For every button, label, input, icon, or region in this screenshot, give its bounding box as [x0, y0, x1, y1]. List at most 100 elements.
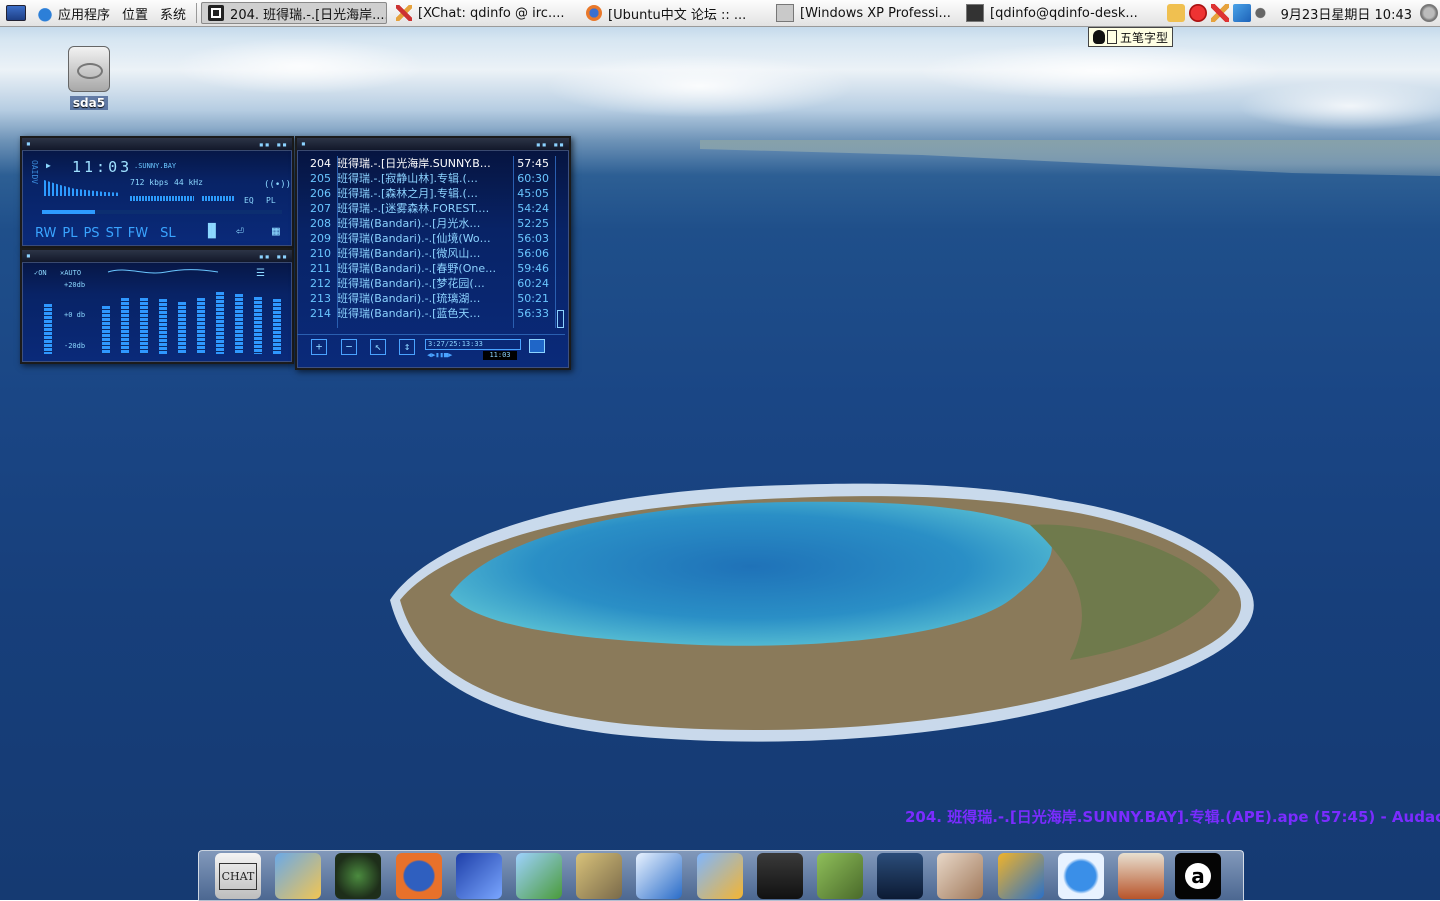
video-player-icon[interactable]: [1058, 853, 1104, 899]
eq-on-toggle[interactable]: ✓ON: [34, 269, 47, 277]
seek-bar[interactable]: [42, 210, 282, 214]
window-controls[interactable]: ▪▪ ▪▪: [259, 252, 288, 261]
eq-band-slider[interactable]: [178, 302, 186, 354]
eq-band-slider[interactable]: [159, 299, 167, 354]
eq-band-slider[interactable]: [235, 294, 243, 354]
radar-icon[interactable]: [335, 853, 381, 899]
taskbar-item-vmware[interactable]: [Windows XP Professi...: [769, 2, 957, 24]
playlist-toggle-button[interactable]: PL: [266, 196, 276, 205]
bitrate-value: 712: [130, 178, 145, 187]
eq-presets-icon[interactable]: ☰: [256, 268, 265, 279]
task-label: [XChat: qdinfo @ irc....: [418, 5, 565, 21]
playlist-titlebar[interactable]: ▪ ▪▪ ▪▪: [297, 138, 569, 151]
pause-button[interactable]: PS: [82, 226, 100, 241]
eagle-icon[interactable]: [456, 853, 502, 899]
grid-icon[interactable]: ▦: [272, 224, 280, 239]
eq-on-label: ON: [38, 269, 47, 277]
forward-button[interactable]: FW: [127, 226, 149, 241]
menu-places-label: 位置: [122, 7, 149, 23]
clock[interactable]: 9月23日星期日 10:43: [1275, 4, 1418, 23]
balance-slider[interactable]: [202, 196, 234, 201]
shuffle-icon[interactable]: ▐▌: [204, 224, 220, 239]
eq-band-slider[interactable]: [102, 306, 110, 354]
audacious-icon[interactable]: a: [1175, 853, 1221, 899]
eq-band-slider[interactable]: [140, 298, 148, 354]
window-controls[interactable]: ▪▪ ▪▪: [536, 140, 565, 149]
terminal-icon[interactable]: [757, 853, 803, 899]
main-menu-system[interactable]: 系统: [154, 0, 192, 26]
eq-db-label-mid: +0 db: [64, 311, 86, 319]
xchat-tray-icon[interactable]: [1210, 4, 1229, 22]
writer-icon[interactable]: [636, 853, 682, 899]
eq-band-slider[interactable]: [273, 299, 281, 354]
firefox-icon[interactable]: [396, 853, 442, 899]
mini-transport-icon[interactable]: ◀▶▮▮■▶: [427, 351, 452, 359]
eq-band-slider[interactable]: [254, 297, 262, 354]
audacious-playlist-window[interactable]: ▪ ▪▪ ▪▪ 204 班得瑞.-.[日光海岸.SUNNY.B… 57:45 205 班…: [295, 136, 571, 370]
audacious-main-window[interactable]: ▪ ▪▪ ▪▪ OAIDV ▶ 11:03 .SUNNY.BAY 712 kbps…: [20, 136, 294, 248]
list-menu-button[interactable]: [529, 339, 545, 353]
repeat-icon[interactable]: ⏎: [236, 224, 244, 239]
main-menu-applications[interactable]: 应用程序: [0, 0, 116, 26]
taskbar-item-firefox[interactable]: [Ubuntu中文 论坛 :: ...: [579, 2, 767, 24]
equalizer-titlebar[interactable]: ▪ ▪▪ ▪▪: [22, 250, 292, 263]
eq-toggle-button[interactable]: EQ: [244, 196, 254, 205]
wallpaper-coastline: [700, 140, 1440, 176]
eq-band-slider[interactable]: [216, 292, 224, 354]
time-display[interactable]: 11:03: [72, 158, 132, 176]
eq-auto-toggle[interactable]: ✕AUTO: [60, 269, 81, 277]
taskbar-item-terminal[interactable]: [qdinfo@qdinfo-desk...: [959, 2, 1147, 24]
remove-button[interactable]: −: [341, 339, 357, 355]
add-button[interactable]: +: [311, 339, 327, 355]
image-viewer-icon[interactable]: [516, 853, 562, 899]
play-button[interactable]: PL: [61, 226, 78, 241]
playlist-total-time: 3:27/25:13:33: [425, 339, 521, 350]
media-player-icon[interactable]: [275, 853, 321, 899]
main-menu-places[interactable]: 位置: [116, 0, 154, 26]
track-duration: 56:06: [517, 247, 549, 260]
network-icon[interactable]: [1232, 4, 1251, 22]
ime-status-tooltip[interactable]: 五笔字型: [1088, 27, 1174, 47]
xchat-icon[interactable]: CHAT: [215, 853, 261, 899]
volume-slider[interactable]: [130, 196, 194, 201]
track-duration: 56:33: [517, 307, 549, 320]
volume-icon[interactable]: [1254, 4, 1273, 22]
chat-messenger-icon[interactable]: [697, 853, 743, 899]
track-number: 212: [310, 277, 331, 290]
firefox-tray-icon[interactable]: [1188, 4, 1207, 22]
hard-drive-icon: [68, 46, 110, 92]
ime-keyboard-icon[interactable]: [1166, 4, 1185, 22]
stop-button[interactable]: ST: [105, 226, 123, 241]
taskbar-item-audacious[interactable]: 204. 班得瑞.-.[日光海岸....: [201, 2, 388, 24]
desktop-icon-drive[interactable]: sda5: [64, 46, 114, 111]
track-number: 209: [310, 232, 331, 245]
scrollbar-thumb[interactable]: [557, 310, 564, 328]
playlist-scrollbar[interactable]: [555, 156, 564, 328]
task-label: 204. 班得瑞.-.[日光海岸....: [230, 7, 388, 23]
eq-band-slider[interactable]: [197, 298, 205, 354]
eq-preamp-slider[interactable]: [44, 304, 52, 354]
bunny-icon[interactable]: [937, 853, 983, 899]
track-title: 班得瑞(Bandari).-.[微风山…: [337, 247, 481, 260]
track-number: 214: [310, 307, 331, 320]
audacious-icon: [208, 5, 225, 21]
select-button[interactable]: ↖: [370, 339, 386, 355]
misc-button[interactable]: ↕: [399, 339, 415, 355]
logout-icon[interactable]: [1420, 4, 1438, 22]
window-controls[interactable]: ▪▪ ▪▪: [259, 140, 288, 149]
track-title: 班得瑞(Bandari).-.[月光水…: [337, 217, 481, 230]
gimp-icon[interactable]: [576, 853, 622, 899]
rewind-button[interactable]: RW: [34, 226, 57, 241]
book-icon[interactable]: [817, 853, 863, 899]
home-folder-icon[interactable]: [1118, 853, 1164, 899]
vmware-icon[interactable]: [998, 853, 1044, 899]
taskbar-item-xchat[interactable]: [XChat: qdinfo @ irc....: [389, 2, 577, 24]
eq-db-label-top: +20db: [64, 281, 86, 289]
main-window-titlebar[interactable]: ▪ ▪▪ ▪▪: [22, 138, 292, 151]
track-number: 211: [310, 262, 331, 275]
eq-band-slider[interactable]: [121, 298, 129, 354]
show-desktop-icon[interactable]: [6, 5, 26, 21]
audacious-equalizer-window[interactable]: ▪ ▪▪ ▪▪ ✓ON ✕AUTO ☰ +20db +0 db -20db: [20, 248, 294, 364]
eject-button[interactable]: SL: [159, 226, 177, 241]
system-monitor-icon[interactable]: [877, 853, 923, 899]
